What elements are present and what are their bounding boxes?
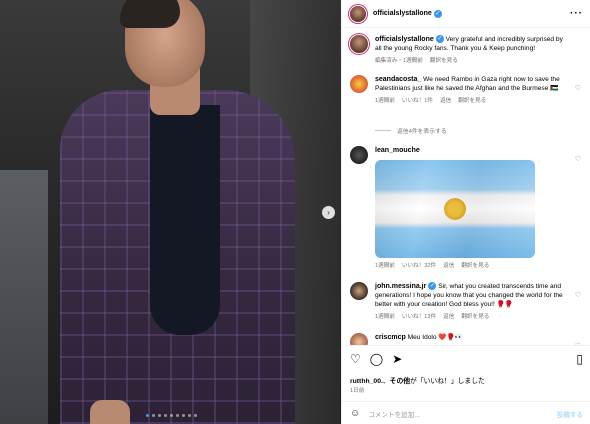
post-header: officialslystallone ✓ ···	[342, 0, 590, 28]
view-replies-label: 返信4件を表示する	[397, 129, 447, 135]
post-date: 1日前	[350, 388, 365, 394]
carousel-dot	[158, 414, 161, 417]
carousel-dot	[170, 414, 173, 417]
avatar[interactable]	[350, 35, 368, 53]
dark-shirt	[150, 105, 220, 335]
comment-time: 1週間前	[375, 263, 395, 269]
likes-summary: rutthh_00.、その他が「いいね！」しました	[350, 378, 485, 385]
post-button[interactable]: 投稿する	[557, 409, 583, 419]
likes-text: が「いいね！」しました	[410, 378, 485, 385]
see-translation-link[interactable]: 翻訳を見る	[430, 57, 458, 66]
caption-username[interactable]: officialslystallone	[375, 36, 434, 43]
carousel-dot	[188, 414, 191, 417]
carousel-dot	[194, 414, 197, 417]
comment-likes[interactable]: いいね！1件	[402, 97, 433, 106]
comment-emoji: 🇵🇸	[550, 85, 559, 92]
post-image[interactable]: ›	[0, 0, 341, 424]
comments-list: officialslystallone ✓ Very grateful and i…	[342, 28, 590, 345]
divider	[375, 130, 391, 131]
comment-time: 1週間前	[375, 314, 395, 320]
carousel-dot	[176, 414, 179, 417]
carousel-dot	[182, 414, 185, 417]
verified-icon: ✓	[433, 9, 442, 18]
caption-edited-time: 編集済み・1週間前	[375, 58, 423, 64]
reply-button[interactable]: 返信	[440, 97, 451, 106]
comment-username[interactable]: john.messina.jr	[375, 283, 426, 290]
avatar[interactable]	[350, 282, 368, 300]
avatar[interactable]	[350, 333, 368, 345]
carousel-dot	[164, 414, 167, 417]
comment-icon[interactable]: ◯	[370, 352, 383, 366]
comment-text: Meu Idolo	[407, 334, 437, 341]
bookmark-icon[interactable]: ▯	[576, 352, 583, 366]
reply-button[interactable]: 返信	[443, 313, 454, 322]
comment-emoji: 🥊🥊	[496, 301, 514, 308]
hair	[120, 0, 180, 28]
comment-username[interactable]: criscmcp	[375, 334, 406, 341]
emoji-icon[interactable]: ☺	[350, 408, 360, 419]
comment-username[interactable]: lean_mouche	[375, 147, 420, 154]
see-translation-link[interactable]: 翻訳を見る	[461, 262, 489, 271]
see-translation-link[interactable]: 翻訳を見る	[461, 313, 489, 322]
comment-likes[interactable]: いいね！13件	[402, 313, 436, 322]
heart-icon[interactable]: ♡	[575, 84, 581, 92]
share-icon[interactable]: ➤	[392, 352, 402, 366]
avatar[interactable]	[350, 146, 368, 164]
reply-button[interactable]: 返信	[443, 262, 454, 271]
view-replies[interactable]: 返信4件を表示する	[375, 126, 447, 135]
avatar[interactable]	[350, 75, 368, 93]
carousel-dot	[152, 414, 155, 417]
comment-username[interactable]: seandacosta_	[375, 76, 421, 83]
heart-icon[interactable]: ♡	[350, 352, 361, 366]
background-person	[0, 170, 48, 424]
carousel-dots	[146, 414, 197, 417]
see-translation-link[interactable]: 翻訳を見る	[458, 97, 486, 106]
likes-others[interactable]: その他	[390, 378, 410, 385]
heart-icon[interactable]: ♡	[575, 155, 581, 163]
carousel-dot	[146, 414, 149, 417]
comment-emoji: ❤️🥊👀	[438, 334, 464, 341]
avatar[interactable]	[350, 5, 366, 22]
verified-icon: ✓	[428, 282, 437, 291]
post-username[interactable]: officialslystallone	[373, 10, 432, 17]
argentina-flag-image[interactable]	[375, 160, 535, 258]
post-sidebar: officialslystallone ✓ ··· officialslysta…	[341, 0, 590, 424]
action-bar: ♡ ◯ ➤ ▯ rutthh_00.、その他が「いいね！」しました 1日前 ☺ …	[342, 345, 590, 424]
add-comment-bar: ☺ コメントを追加... 投稿する	[342, 401, 590, 424]
comment-time: 1週間前	[375, 98, 395, 104]
more-icon[interactable]: ···	[570, 8, 583, 19]
verified-icon: ✓	[435, 35, 444, 44]
comment-input[interactable]: コメントを追加...	[368, 409, 556, 419]
chevron-right-icon[interactable]: ›	[322, 206, 335, 219]
flag-fold-shading	[375, 160, 535, 258]
comment-likes[interactable]: いいね！32件	[402, 262, 436, 271]
heart-icon[interactable]: ♡	[575, 291, 581, 299]
hand	[90, 400, 130, 424]
liker-username[interactable]: rutthh_00.	[350, 378, 383, 385]
